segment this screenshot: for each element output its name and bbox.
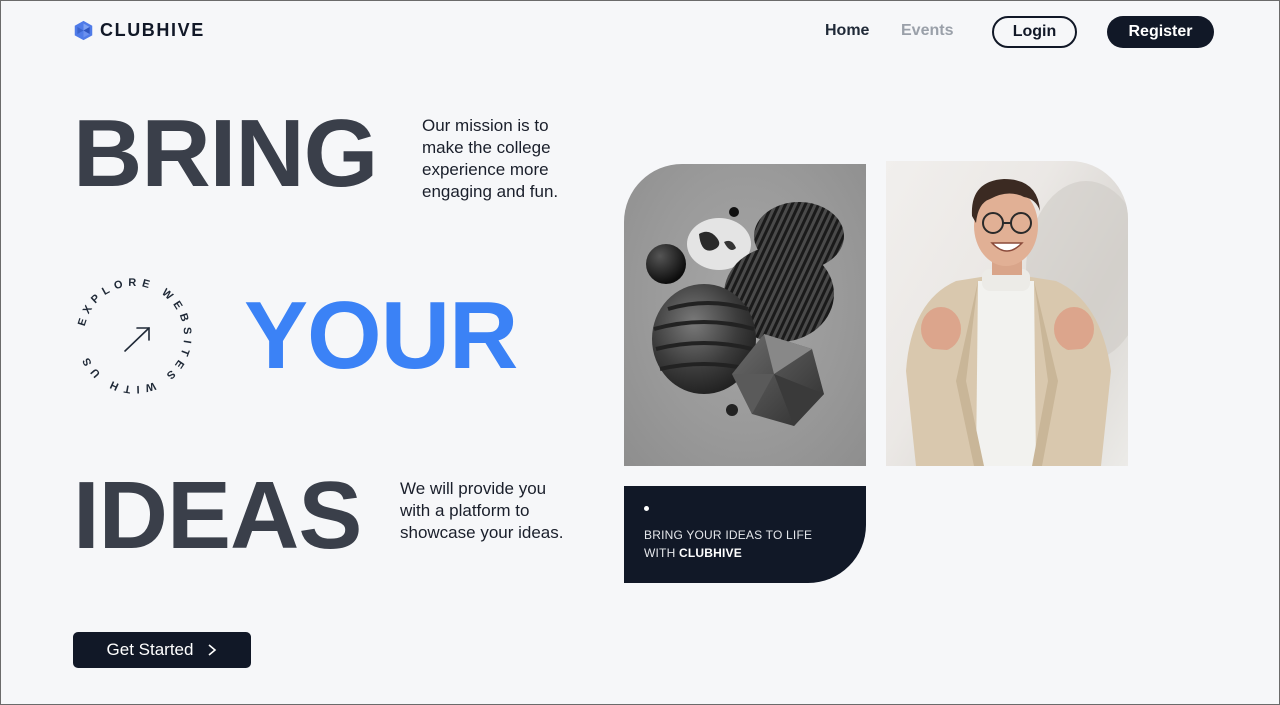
- card-tagline-line1: BRING YOUR IDEAS TO LIFE: [644, 528, 813, 542]
- card-tagline-prefix: WITH: [644, 546, 679, 560]
- brand-logo[interactable]: CLUBHIVE: [73, 20, 205, 41]
- platform-text: We will provide you with a platform to s…: [400, 479, 564, 542]
- chevron-right-icon: [208, 644, 217, 656]
- abstract-3d-shapes-image: [624, 164, 866, 466]
- card-tagline-line2: WITH CLUBHIVE: [644, 546, 742, 560]
- arrow-up-right-icon: [124, 327, 150, 352]
- page: CLUBHIVE Home Events Login Register BRIN…: [0, 0, 1280, 705]
- mission-text: Our mission is to make the college exper…: [422, 116, 559, 201]
- get-started-label: Get Started: [106, 640, 194, 659]
- card-brand-name: CLUBHIVE: [679, 546, 742, 560]
- hero-word-your: YOUR: [244, 282, 518, 389]
- tagline-card: BRING YOUR IDEAS TO LIFE WITH CLUBHIVE: [624, 486, 866, 583]
- register-button[interactable]: Register: [1107, 16, 1214, 48]
- nav-home-link[interactable]: Home: [825, 22, 869, 40]
- explore-circle-badge[interactable]: EXPLORE WEBSITES WITH US: [69, 271, 199, 401]
- nav-events-link[interactable]: Events: [901, 22, 953, 40]
- excited-student-photo: [886, 161, 1128, 466]
- login-button[interactable]: Login: [992, 16, 1077, 48]
- bullet-dot: [644, 506, 649, 511]
- hero-word-ideas: IDEAS: [73, 462, 362, 569]
- badge-circular-text: EXPLORE WEBSITES WITH US: [76, 277, 188, 395]
- hero-word-bring: BRING: [73, 100, 378, 207]
- brand-name: CLUBHIVE: [100, 20, 205, 40]
- get-started-button[interactable]: Get Started: [73, 632, 251, 668]
- svg-text:EXPLORE WEBSITES WITH US: EXPLORE WEBSITES WITH US: [76, 277, 193, 395]
- hexagon-logo-icon: [74, 20, 93, 41]
